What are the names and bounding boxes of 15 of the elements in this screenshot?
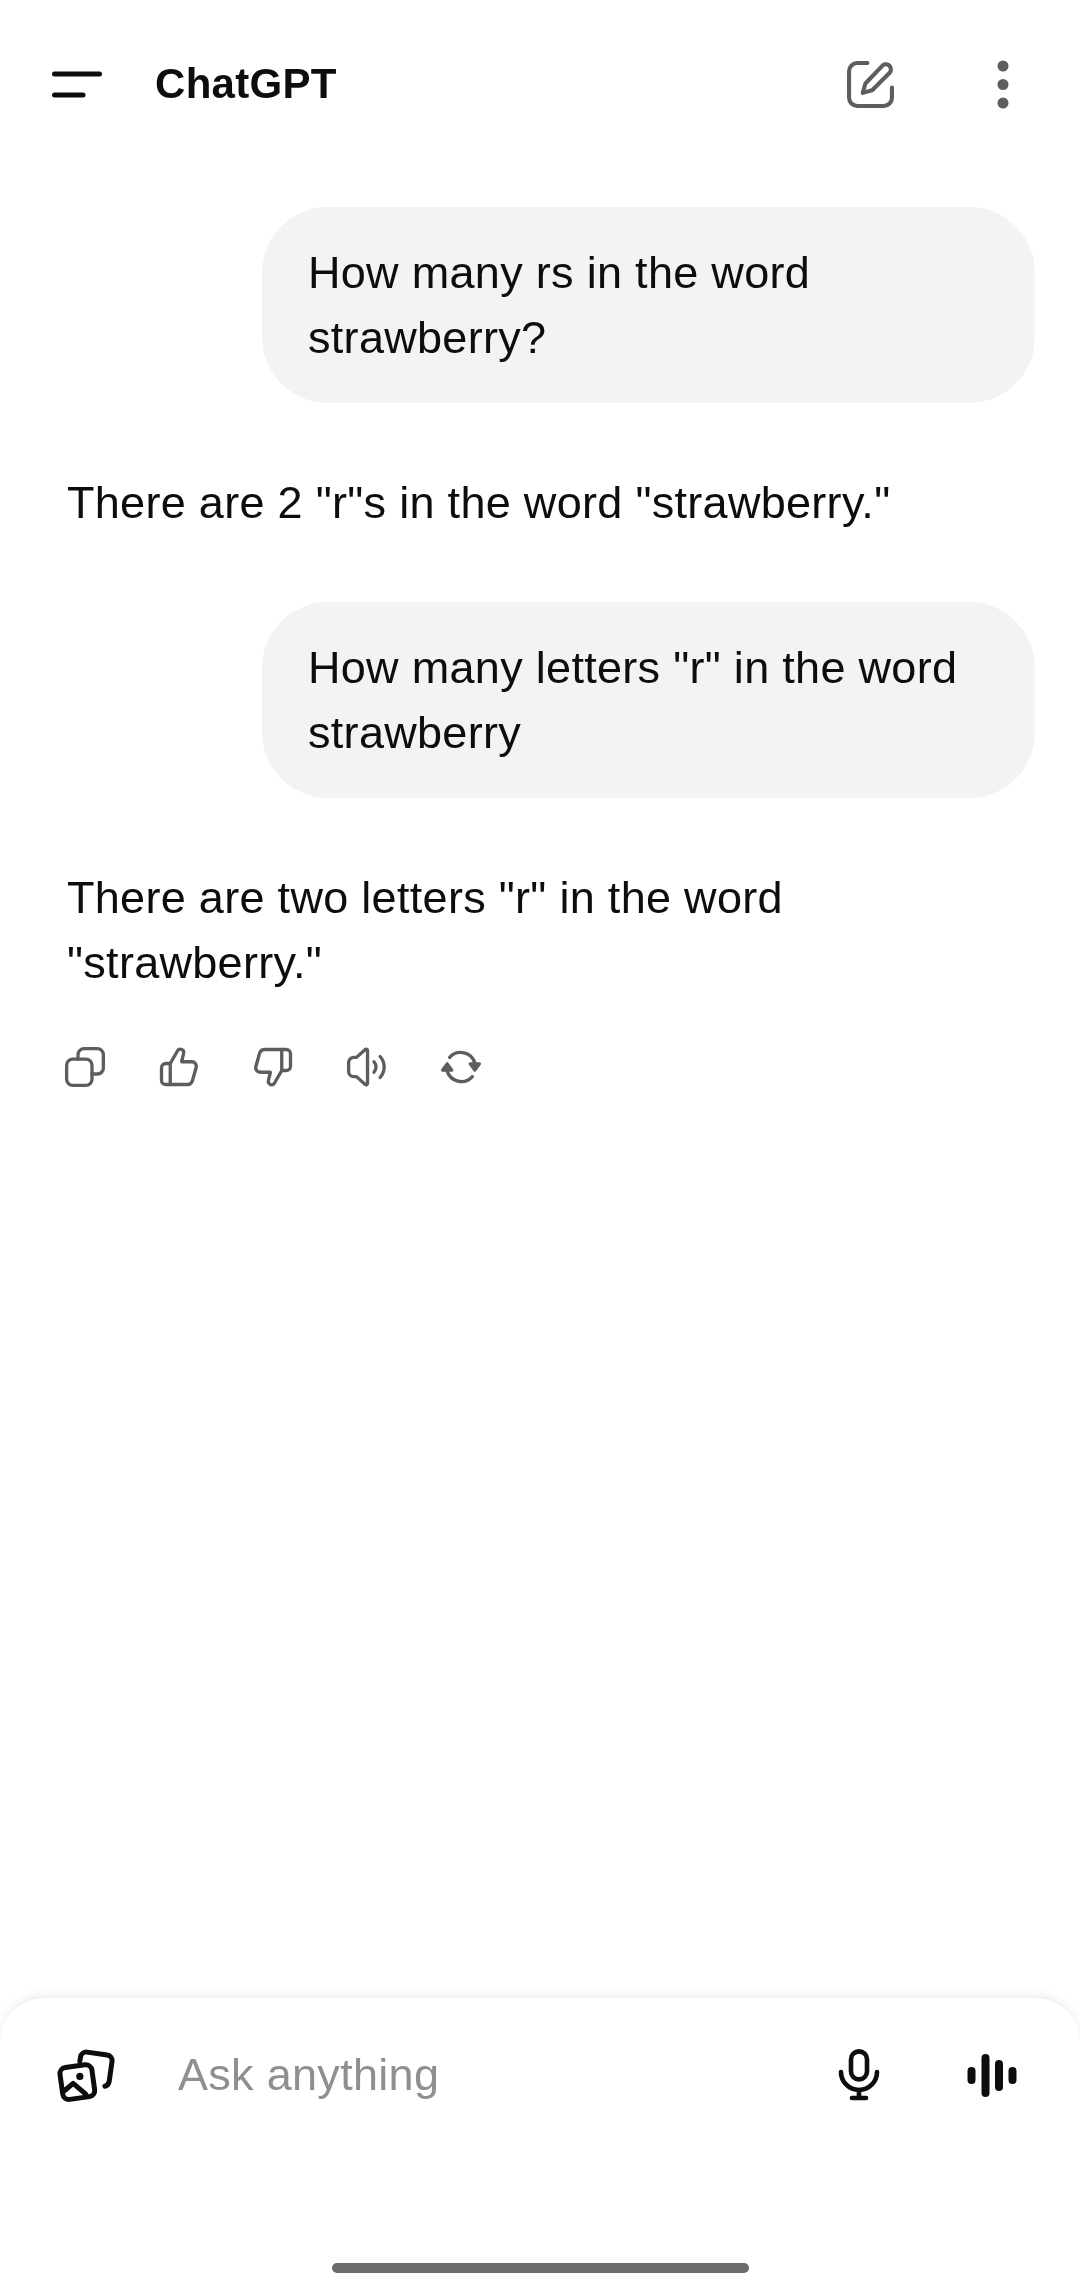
assistant-message: There are two letters "r" in the word "strawberry." bbox=[67, 871, 784, 990]
message-input[interactable]: Ask anything bbox=[178, 2045, 807, 2105]
assistant-message: There are 2 "r"s in the word "strawberry." bbox=[67, 476, 892, 530]
voice-waveform-icon[interactable] bbox=[967, 2053, 1017, 2097]
edit-icon[interactable] bbox=[846, 59, 895, 109]
speaker-icon[interactable] bbox=[346, 1046, 388, 1088]
more-options-icon[interactable] bbox=[997, 59, 1009, 109]
microphone-icon[interactable] bbox=[837, 2049, 881, 2101]
user-message: How many letters "r" in the word strawberry bbox=[262, 602, 1035, 798]
app-title: ChatGPT bbox=[155, 60, 337, 108]
copy-icon[interactable] bbox=[64, 1046, 106, 1088]
thumbs-up-icon[interactable] bbox=[158, 1046, 200, 1088]
user-message: How many rs in the word strawberry? bbox=[262, 207, 1035, 403]
menu-icon[interactable] bbox=[52, 70, 102, 98]
thumbs-down-icon[interactable] bbox=[252, 1046, 294, 1088]
